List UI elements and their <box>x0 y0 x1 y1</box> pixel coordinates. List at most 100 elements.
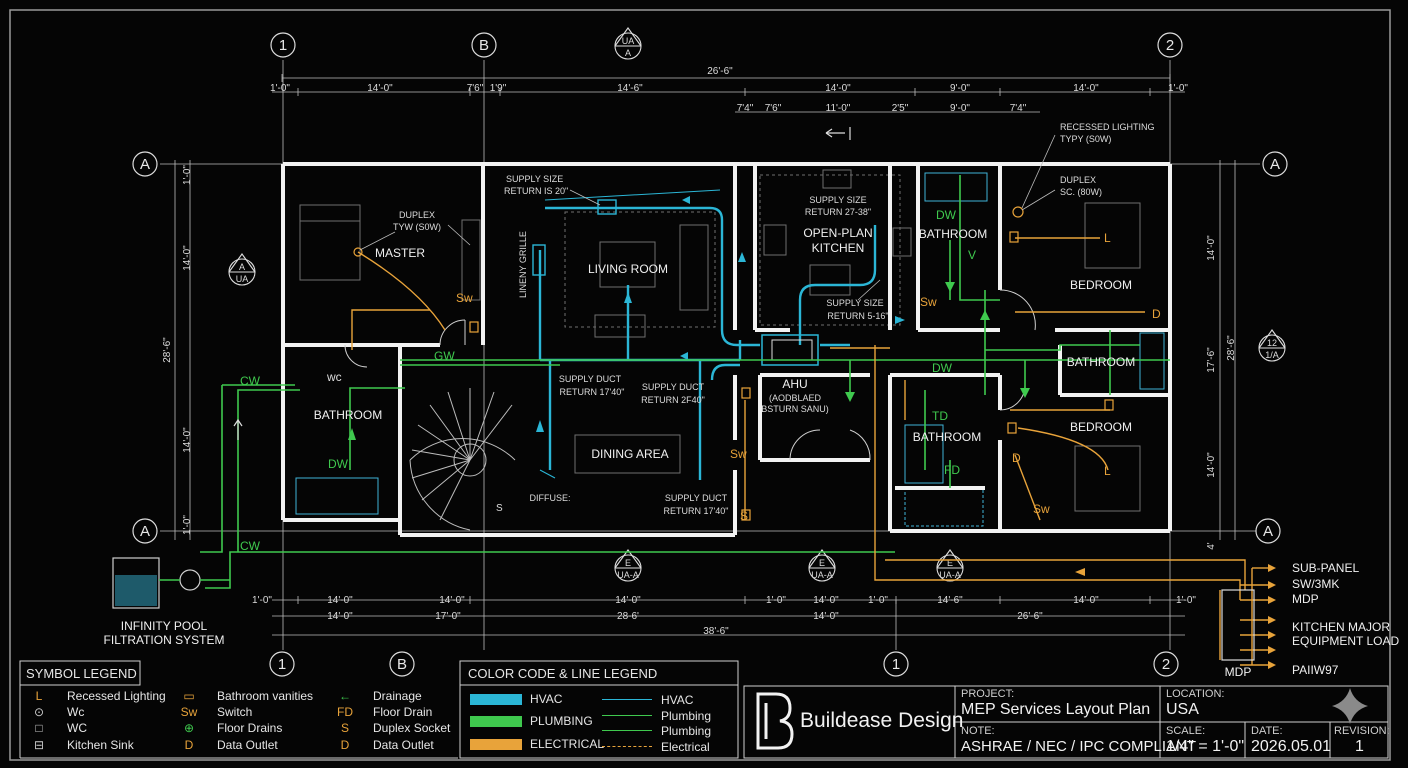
tag-fd: FD <box>944 463 960 477</box>
note-supply-living-2: RETURN IS 20" <box>504 186 568 196</box>
legend-symbol-icon: □ <box>35 721 43 735</box>
dim-label: 4' <box>1206 542 1217 550</box>
dim-label: 14'-0" <box>327 611 353 622</box>
panel-feed: SUB-PANEL <box>1292 561 1359 575</box>
tag-sw2: Sw <box>920 295 937 309</box>
dim-label: 28'-6" <box>162 337 173 363</box>
line-sample <box>602 715 652 716</box>
note-label: NOTE: <box>961 725 995 737</box>
mep-floor-plan: 1 B 2 1 B 1 2 A A A A UA A A UA 12 1/A E… <box>9 9 1399 761</box>
grid-label: A <box>140 523 150 540</box>
outlet-symbol <box>1104 399 1114 411</box>
section-marker-text: UA-A <box>811 570 833 580</box>
grid-label: 1 <box>278 656 286 673</box>
dimension-ticks <box>281 74 1171 604</box>
legend-symbol-label: Data Outlet <box>217 738 278 752</box>
bathtub <box>295 477 379 515</box>
legend-symbol-icon: Sw <box>180 705 198 719</box>
tag-sw1: Sw <box>456 291 473 305</box>
note-recessed: RECESSED LIGHTING <box>1060 122 1155 132</box>
tag-d2: D <box>1012 451 1021 465</box>
master-bed <box>299 204 361 281</box>
room-bathroom-left: BATHROOM <box>314 408 382 422</box>
legend-symbol-label: Duplex Socket <box>373 721 451 735</box>
room-bathroom-right: BATHROOM <box>1067 355 1135 369</box>
note-supply-duct-c: SUPPLY DUCT <box>665 493 728 503</box>
scale-value: 1/4" = 1'-0" <box>1166 738 1245 755</box>
ahu-note-line2: BSTURN SANU) <box>761 404 829 414</box>
recessed-light-symbol <box>1012 206 1024 218</box>
color-swatch <box>470 739 522 750</box>
legend-symbol-icon: ⊟ <box>33 738 45 752</box>
legend-symbol-label: Bathroom vanities <box>217 689 314 703</box>
tag-d1: D <box>1152 307 1161 321</box>
outlet-symbol <box>1007 422 1017 434</box>
dim-label: 1'-0" <box>270 83 290 94</box>
note-supply-living: SUPPLY SIZE <box>506 174 563 184</box>
room-kitchen-line1: OPEN-PLAN <box>803 226 872 240</box>
section-marker-text: 12 <box>1267 338 1277 348</box>
line-sample-label: HVAC <box>661 693 694 707</box>
legend-symbol-label: Recessed Lighting <box>67 689 166 703</box>
ahu-grille <box>771 339 813 361</box>
note-value: ASHRAE / NEC / IPC COMPLIANT <box>961 738 1197 755</box>
section-marker-text: A <box>625 48 631 58</box>
note-supply-kitchen: SUPPLY SIZE <box>809 195 866 205</box>
legend-symbol-label: Wc <box>67 705 85 719</box>
legend-symbol-icon: S <box>340 721 349 735</box>
legend-symbol-label: Drainage <box>373 689 422 703</box>
section-marker-text: UA <box>236 274 249 284</box>
grid-label: 2 <box>1166 37 1174 54</box>
dim-label: 14'-0" <box>439 595 465 606</box>
legend-symbol-icon: L <box>35 689 43 703</box>
dim-label: 1'-0" <box>252 595 272 606</box>
dim-top-overall: 26'-6" <box>707 66 733 77</box>
dim-label: 7'4" <box>737 103 754 114</box>
color-swatch <box>470 694 522 705</box>
sofa <box>679 224 709 311</box>
electrical-wiring <box>351 237 1268 666</box>
project-label: PROJECT: <box>961 688 1015 700</box>
tag-cw: CW <box>240 374 261 388</box>
legend-symbol-icon: ▭ <box>183 689 195 703</box>
dim-label: 7'4" <box>1010 103 1027 114</box>
note-duplex-right-2: SC. (80W) <box>1060 187 1102 197</box>
legend-symbol-label: Floor Drains <box>217 721 283 735</box>
note-supply-kitchen-b2: RETURN 5-16" <box>827 311 888 321</box>
grid-label: B <box>479 37 489 54</box>
dim-label: 28'-6" <box>1226 335 1237 361</box>
tag-s-dining: S <box>740 509 748 523</box>
legend-symbol-icon: FD <box>337 705 353 719</box>
dim-label: 9'-0" <box>950 103 970 114</box>
tag-s-stair: S <box>496 503 503 514</box>
legend-symbol-icon: D <box>184 738 194 752</box>
panel-feed: SW/3MK <box>1292 577 1339 591</box>
note-duplex-master: DUPLEX <box>399 210 435 220</box>
dim-label: 14'-0" <box>813 611 839 622</box>
room-bedroom-bottom: BEDROOM <box>1070 420 1132 434</box>
section-marker-labels: UA A A UA 12 1/A E UA-A E UA-A E UA-A <box>236 36 1279 580</box>
dim-label: 1'-0" <box>766 595 786 606</box>
dim-label: 7'6" <box>765 103 782 114</box>
dim-label: 14'-0" <box>1206 452 1217 478</box>
grid-label: B <box>397 656 407 673</box>
color-swatch-label: ELECTRICAL <box>530 737 605 751</box>
section-marker-text: UA-A <box>617 570 639 580</box>
bedroom-bed <box>1084 202 1141 269</box>
legend-symbol-icon: ⊕ <box>183 721 195 735</box>
color-swatch-label: HVAC <box>530 692 563 706</box>
line-sample <box>602 746 652 747</box>
outlet-symbol <box>1009 231 1019 243</box>
panel-feed: PAIIW97 <box>1292 663 1339 677</box>
outlet-symbol <box>741 387 751 399</box>
dim-label: 14'-6" <box>937 595 963 606</box>
dim-label: 14'-0" <box>825 83 851 94</box>
dim-label: 14'-0" <box>1073 595 1099 606</box>
date-label: DATE: <box>1251 725 1283 737</box>
dim-label: 14'-0" <box>1206 235 1217 261</box>
panel-feed: MDP <box>1292 592 1319 606</box>
dim-label: 14'-0" <box>367 83 393 94</box>
color-legend-title: COLOR CODE & LINE LEGEND <box>468 666 658 681</box>
dim-label: 26'-6" <box>1017 611 1043 622</box>
note-linen-grille: LINENY GRILLE <box>518 231 528 298</box>
